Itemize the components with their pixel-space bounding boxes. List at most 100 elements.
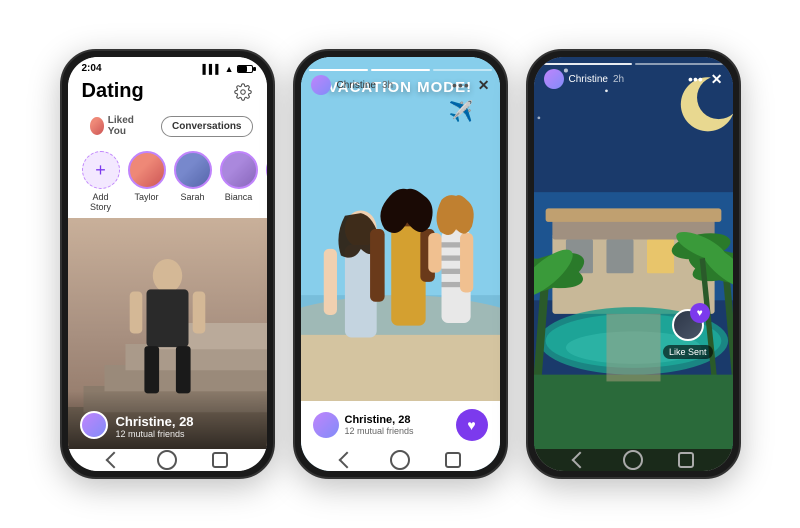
recents-icon-2 xyxy=(445,452,461,468)
more-options-icon-3[interactable]: ••• xyxy=(688,71,703,87)
status-bar-1: 2:04 ▌▌▌ ▲ xyxy=(68,57,267,76)
recents-icon-3 xyxy=(678,452,694,468)
story-3-time: 2h xyxy=(613,74,624,85)
signal-bars: ▌▌▌ xyxy=(202,64,221,74)
story-image-area: VACATION MODE! ✈️ xyxy=(301,57,500,401)
story-sp[interactable]: Sp... xyxy=(266,151,267,202)
phone3-view: Christine 2h ••• ✕ ♥ xyxy=(534,57,733,471)
story-view: Christine 3h ••• ✕ xyxy=(301,57,500,471)
recents-button[interactable] xyxy=(200,457,240,463)
more-options-icon[interactable]: ••• xyxy=(452,77,470,93)
story-profile-name: Christine, 28 xyxy=(345,414,414,426)
phone-3: Christine 2h ••• ✕ ♥ xyxy=(526,49,741,479)
story-user-3: Christine 2h xyxy=(544,69,625,89)
p3-bar2 xyxy=(635,63,723,65)
story-3-avatar xyxy=(544,69,564,89)
story-add-item[interactable]: + Add Story xyxy=(82,151,120,212)
back-icon-3 xyxy=(572,452,589,469)
progress-bars-3 xyxy=(544,63,723,65)
bianca-label: Bianca xyxy=(225,192,253,202)
home-button[interactable] xyxy=(147,457,187,463)
story-user-details: Christine, 28 12 mutual friends xyxy=(345,414,414,436)
add-story-label: Add Story xyxy=(82,192,120,212)
story-user-info-2: Christine, 28 12 mutual friends xyxy=(313,412,414,438)
profile-mutual: 12 mutual friends xyxy=(116,429,194,439)
like-sent-avatar: ♥ xyxy=(672,309,704,341)
story-user-header: Christine 3h xyxy=(311,75,394,95)
heart-button[interactable]: ♥ xyxy=(456,409,488,441)
phone-screen-3: Christine 2h ••• ✕ ♥ xyxy=(534,57,733,471)
heart-icon: ♥ xyxy=(467,417,475,433)
wifi-icon: ▲ xyxy=(225,64,234,74)
taylor-label: Taylor xyxy=(134,192,158,202)
bianca-circle xyxy=(220,151,258,189)
recents-icon xyxy=(212,452,228,468)
like-heart-badge: ♥ xyxy=(690,303,710,323)
phone-screen-1: 2:04 ▌▌▌ ▲ Dating xyxy=(68,57,267,471)
sarah-circle xyxy=(174,151,212,189)
story-header-2: Christine 3h ••• ✕ xyxy=(301,71,500,99)
tab-liked-you[interactable]: Liked You xyxy=(82,111,154,141)
phone-screen-2: Christine 3h ••• ✕ xyxy=(301,57,500,471)
story-bottom-bar: Christine, 28 12 mutual friends ♥ xyxy=(301,401,500,449)
profile-name: Christine, 28 xyxy=(116,414,194,429)
recents-button-2[interactable] xyxy=(433,457,473,463)
home-icon-3 xyxy=(623,450,643,470)
gear-icon[interactable] xyxy=(233,82,253,102)
time-1: 2:04 xyxy=(82,63,102,74)
profile-info-bar: Christine, 28 12 mutual friends xyxy=(68,391,267,449)
add-icon: + xyxy=(95,160,106,181)
recents-button-3[interactable] xyxy=(666,457,706,463)
tab-conversations[interactable]: Conversations xyxy=(161,116,252,137)
story-header-3: Christine 2h ••• ✕ xyxy=(534,63,733,89)
resort-background: Christine 2h ••• ✕ ♥ xyxy=(534,57,733,449)
close-icon[interactable]: ✕ xyxy=(478,77,490,94)
story-3-name: Christine xyxy=(569,74,608,85)
liked-you-avatar xyxy=(90,117,104,135)
dating-header: Dating xyxy=(68,76,267,107)
like-sent-bubble: ♥ Like Sent xyxy=(663,309,713,359)
page-title: Dating xyxy=(82,80,144,103)
nav-bar-3 xyxy=(534,449,733,471)
conversations-label: Conversations xyxy=(172,121,241,132)
story-nav-3: Christine 2h ••• ✕ xyxy=(544,69,723,89)
back-button[interactable] xyxy=(94,457,134,463)
status-icons-1: ▌▌▌ ▲ xyxy=(202,64,252,74)
home-icon xyxy=(157,450,177,470)
battery-icon xyxy=(237,65,253,73)
profile-text: Christine, 28 12 mutual friends xyxy=(116,414,194,439)
like-sent-label: Like Sent xyxy=(663,345,713,359)
sarah-label: Sarah xyxy=(180,192,204,202)
add-story-circle[interactable]: + xyxy=(82,151,120,189)
battery-fill xyxy=(238,66,248,72)
home-button-2[interactable] xyxy=(380,457,420,463)
home-button-3[interactable] xyxy=(613,457,653,463)
story-bianca[interactable]: Bianca xyxy=(220,151,258,202)
story-3-controls: ••• ✕ xyxy=(688,71,722,88)
story-taylor[interactable]: Taylor xyxy=(128,151,166,202)
story-profile-avatar xyxy=(313,412,339,438)
phone-frame-1: 2:04 ▌▌▌ ▲ Dating xyxy=(60,49,275,479)
plane-emoji: ✈️ xyxy=(449,99,474,124)
back-icon-2 xyxy=(339,452,356,469)
close-icon-3[interactable]: ✕ xyxy=(711,71,723,88)
story-progress xyxy=(301,63,500,71)
story-header-avatar xyxy=(311,75,331,95)
story-time: 3h xyxy=(382,80,393,91)
tabs-row: Liked You Conversations xyxy=(68,107,267,145)
story-sarah[interactable]: Sarah xyxy=(174,151,212,202)
phone-frame-3: Christine 2h ••• ✕ ♥ xyxy=(526,49,741,479)
back-button-3[interactable] xyxy=(560,457,600,463)
profile-card[interactable]: Christine, 28 12 mutual friends xyxy=(68,218,267,449)
phone-frame-2: Christine 3h ••• ✕ xyxy=(293,49,508,479)
story-user-name-header: Christine xyxy=(337,80,376,91)
liked-you-label: Liked You xyxy=(108,115,145,137)
p3-bar1 xyxy=(544,63,632,65)
stories-row: + Add Story Taylor Sarah Bianca xyxy=(68,145,267,218)
back-button-2[interactable] xyxy=(327,457,367,463)
taylor-circle xyxy=(128,151,166,189)
profile-avatar xyxy=(80,411,108,439)
sp-circle xyxy=(266,151,267,189)
phone-1: 2:04 ▌▌▌ ▲ Dating xyxy=(60,49,275,479)
home-icon-2 xyxy=(390,450,410,470)
